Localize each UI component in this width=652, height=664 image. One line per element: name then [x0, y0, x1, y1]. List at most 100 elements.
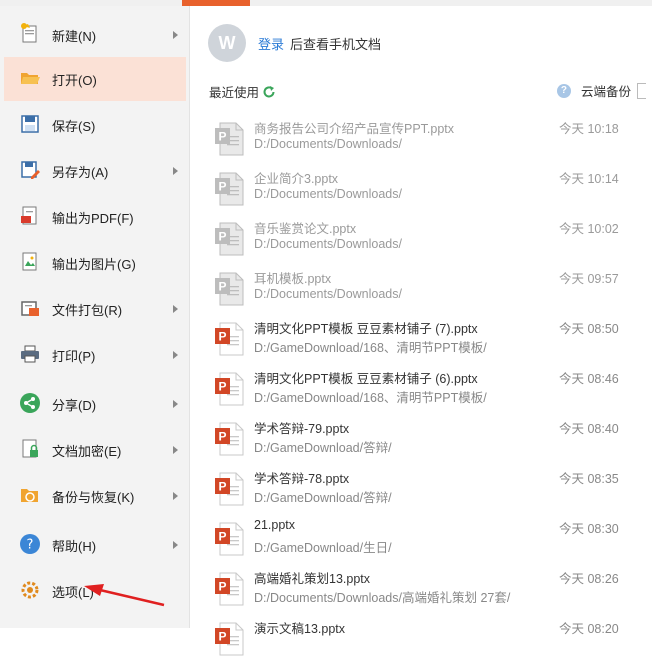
file-time: 今天 10:02 [559, 222, 619, 236]
svg-text:P: P [218, 430, 226, 444]
svg-text:P: P [218, 130, 226, 144]
file-row[interactable]: P 音乐鉴赏论文.pptx D:/Documents/Downloads/今天 10… [190, 214, 652, 264]
file-path: D:/Documents/Downloads/ [254, 137, 402, 151]
menu-item-package[interactable]: 文件打包(R) [4, 287, 186, 331]
file-path: D:/GameDownload/答辩/ [254, 441, 392, 455]
package-icon [21, 301, 39, 316]
svg-text:?: ? [27, 538, 34, 553]
menu-item-label: 新建(N) [52, 28, 97, 44]
file-time: 今天 10:18 [559, 122, 619, 136]
menu-item-export-pdf[interactable]: 输出为PDF(F) [4, 195, 186, 239]
toggle-icon [637, 82, 646, 99]
file-row[interactable]: P 企业简介3.pptx D:/Documents/Downloads/今天 10:… [190, 164, 652, 214]
menu-item-backup[interactable]: 备份与恢复(K) [4, 474, 186, 518]
file-row[interactable]: P 学术答辩-78.pptx D:/GameDownload/答辩/今天 08:35 [190, 464, 652, 514]
svg-text:P: P [218, 230, 226, 244]
svg-text:P: P [218, 630, 226, 644]
chevron-right-icon [173, 167, 178, 175]
svg-text:P: P [218, 180, 226, 194]
lock-icon [22, 439, 38, 458]
file-path: D:/Documents/Downloads/ [254, 287, 402, 301]
menu-item-export-image[interactable]: 输出为图片(G) [4, 241, 186, 285]
pptx-file-icon: P [215, 422, 244, 456]
file-row[interactable]: P 学术答辩-79.pptx D:/GameDownload/答辩/今天 08:40 [190, 414, 652, 464]
menu-item-options[interactable]: 选项(L) [4, 569, 186, 613]
file-row[interactable]: P 高端婚礼策划13.pptx D:/Documents/Downloads/高端婚… [190, 564, 652, 614]
menu-item-save-as[interactable]: 另存为(A) [4, 149, 186, 193]
menu-item-label: 文档加密(E) [52, 443, 122, 459]
recent-title: 最近使用 [209, 86, 260, 100]
file-path: D:/GameDownload/168、清明节PPT模板/ [254, 391, 487, 405]
file-row[interactable]: P 21.pptx D:/GameDownload/生日/今天 08:30 [190, 514, 652, 564]
menu-item-label: 打印(P) [52, 348, 96, 364]
folder-open-icon [21, 73, 40, 84]
menu-item-new[interactable]: 新建(N) [4, 13, 186, 57]
chevron-right-icon [173, 305, 178, 313]
file-path: D:/GameDownload/答辩/ [254, 491, 392, 505]
menu-item-encrypt[interactable]: 文档加密(E) [4, 428, 186, 472]
menu-item-open[interactable]: 打开(O) [4, 57, 186, 101]
chevron-right-icon [173, 351, 178, 359]
chevron-right-icon [173, 400, 178, 408]
pptx-file-icon: P [215, 172, 244, 206]
menu-item-label: 备份与恢复(K) [52, 489, 135, 505]
file-row[interactable]: P 清明文化PPT模板 豆豆素材铺子 (7).pptx D:/GameDownloa… [190, 314, 652, 364]
pdf-export-icon [21, 206, 37, 225]
file-time: 今天 08:26 [559, 572, 619, 586]
file-name: 21.pptx [254, 518, 296, 532]
svg-text:P: P [218, 280, 226, 294]
file-time: 今天 08:35 [559, 472, 619, 486]
file-row[interactable]: P 耳机模板.pptx D:/Documents/Downloads/今天 09:5… [190, 264, 652, 314]
account-row: W 登录 后查看手机文档 [208, 23, 381, 63]
menu-item-label: 保存(S) [52, 118, 96, 134]
print-icon [21, 345, 39, 363]
login-hint: 后查看手机文档 [290, 36, 382, 52]
recent-header: 最近使用 [209, 82, 276, 101]
chevron-right-icon [173, 446, 178, 454]
pptx-file-icon: P [215, 322, 244, 356]
share-icon [20, 393, 40, 413]
file-name: 清明文化PPT模板 豆豆素材铺子 (6).pptx [254, 372, 478, 386]
help-icon[interactable]: ? [556, 83, 571, 98]
menu-item-label: 选项(L) [52, 584, 94, 600]
save-as-icon [21, 161, 40, 179]
file-row[interactable]: P 清明文化PPT模板 豆豆素材铺子 (6).pptx D:/GameDownloa… [190, 364, 652, 414]
menu-item-save[interactable]: 保存(S) [4, 103, 186, 147]
file-name: 学术答辩-79.pptx [254, 422, 350, 436]
backup-icon [21, 489, 38, 502]
image-export-icon [22, 252, 37, 271]
menu-item-label: 帮助(H) [52, 538, 97, 554]
menu-item-label: 分享(D) [52, 397, 97, 413]
file-name: 耳机模板.pptx [254, 272, 332, 286]
menu-item-print[interactable]: 打印(P) [4, 333, 186, 377]
svg-text:P: P [218, 330, 226, 344]
login-link[interactable]: 登录 [258, 34, 284, 53]
file-row[interactable]: P 演示文稿13.pptx 今天 08:20 [190, 614, 652, 664]
svg-text:P: P [218, 480, 226, 494]
file-path: D:/Documents/Downloads/ [254, 237, 402, 251]
file-time: 今天 10:14 [559, 172, 619, 186]
file-name: 清明文化PPT模板 豆豆素材铺子 (7).pptx [254, 322, 478, 336]
svg-text:P: P [218, 580, 226, 594]
open-panel: W 登录 后查看手机文档 最近使用 ? 云端备份 P 商务报告公司介绍产品宣传PP… [190, 6, 652, 656]
file-row[interactable]: P 商务报告公司介绍产品宣传PPT.pptx D:/Documents/Downlo… [190, 114, 652, 164]
avatar[interactable]: W [208, 24, 246, 62]
pptx-file-icon: P [215, 522, 244, 556]
cloud-backup[interactable]: ? 云端备份 [556, 81, 646, 100]
chevron-right-icon [173, 31, 178, 39]
menu-item-label: 文件打包(R) [52, 302, 123, 318]
file-time: 今天 08:40 [559, 422, 619, 436]
file-time: 今天 09:57 [559, 272, 619, 286]
file-time: 今天 08:30 [559, 522, 619, 536]
file-path: D:/Documents/Downloads/ [254, 187, 402, 201]
pptx-file-icon: P [215, 222, 244, 256]
menu-item-help[interactable]: ? 帮助(H) [4, 523, 186, 567]
chevron-right-icon [173, 541, 178, 549]
menu-item-label: 打开(O) [52, 72, 97, 88]
file-name: 学术答辩-78.pptx [254, 472, 350, 486]
file-path: D:/GameDownload/168、清明节PPT模板/ [254, 341, 487, 355]
pptx-file-icon: P [215, 472, 244, 506]
menu-item-share[interactable]: 分享(D) [4, 382, 186, 426]
refresh-icon[interactable] [262, 85, 276, 99]
menu-item-label: 输出为图片(G) [52, 256, 136, 272]
